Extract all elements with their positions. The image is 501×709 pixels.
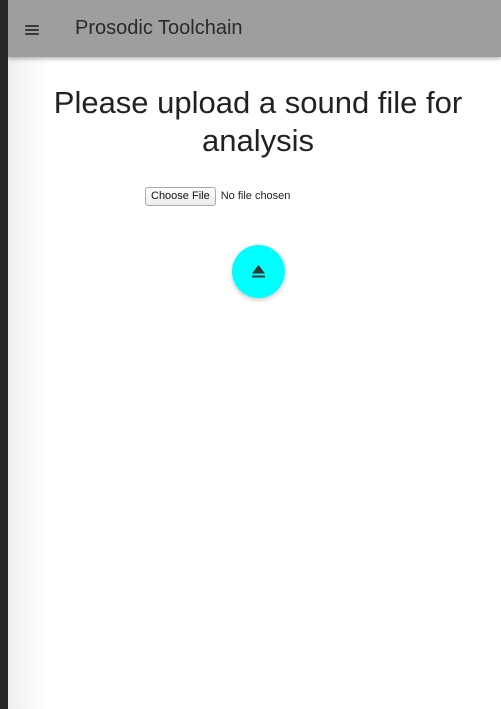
app-title: Prosodic Toolchain bbox=[75, 17, 243, 39]
window-edge bbox=[0, 0, 8, 709]
file-input: Choose File No file chosen bbox=[145, 186, 290, 206]
app-window: Prosodic Toolchain Please upload a sound… bbox=[8, 0, 501, 709]
file-status-text: No file chosen bbox=[220, 189, 291, 202]
page-heading: Please upload a sound file for analysis bbox=[53, 85, 463, 158]
top-toolbar: Prosodic Toolchain bbox=[8, 0, 501, 57]
menu-button[interactable] bbox=[20, 17, 46, 43]
choose-file-button[interactable]: Choose File bbox=[145, 186, 216, 206]
upload-button[interactable] bbox=[232, 245, 285, 298]
eject-icon bbox=[252, 265, 265, 278]
